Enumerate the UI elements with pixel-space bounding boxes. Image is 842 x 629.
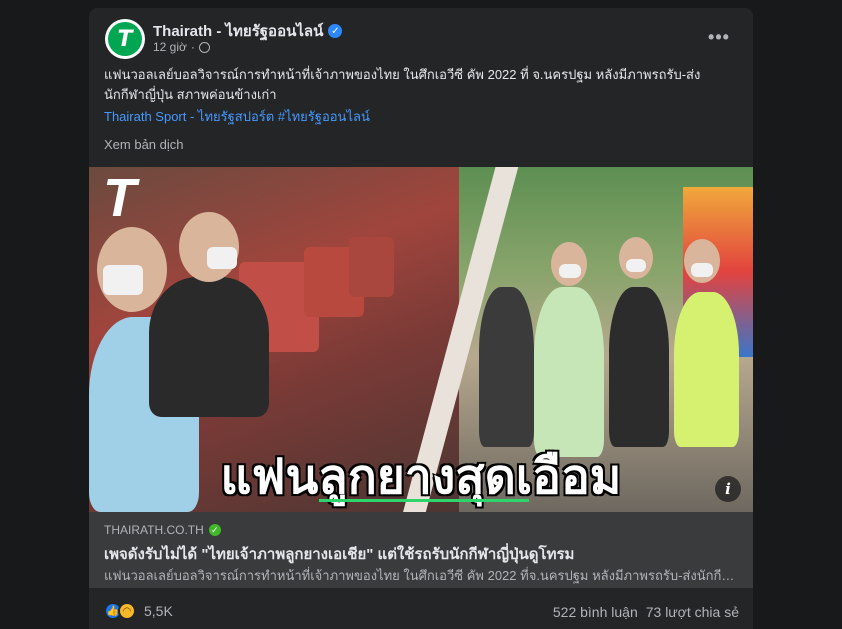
- player-photo: [479, 287, 534, 447]
- face-mask: [626, 259, 646, 272]
- post-text: แฟนวอลเลย์บอลวิจารณ์การทำหน้าที่เจ้าภาพข…: [104, 67, 701, 102]
- engagement-stats: 522 bình luận 73 lượt chia sẻ: [553, 604, 739, 620]
- face-mask: [207, 247, 237, 269]
- haha-reaction-icon: ◠: [118, 602, 136, 620]
- post-tags[interactable]: Thairath Sport - ไทยรัฐสปอร์ต #ไทยรัฐออน…: [104, 106, 370, 127]
- reactions-summary[interactable]: 👍 ◠ 5,5K: [104, 602, 173, 620]
- globe-icon: [198, 41, 210, 53]
- comment-count[interactable]: 522 bình luận: [553, 604, 638, 620]
- check-icon: ✓: [208, 524, 221, 536]
- facebook-post: T Thairath - ไทยรัฐออนไลน์ ✓ 12 giờ · ••…: [89, 8, 753, 629]
- player-photo: [149, 277, 269, 417]
- player-photo: [609, 287, 669, 447]
- meta-separator: ·: [190, 40, 195, 54]
- post-header: T Thairath - ไทยรัฐออนไลน์ ✓ 12 giờ · ••…: [103, 17, 739, 61]
- post-meta: 12 giờ ·: [153, 40, 210, 54]
- page-avatar[interactable]: T: [105, 19, 145, 59]
- verified-badge-icon: ✓: [328, 24, 343, 38]
- more-options-button[interactable]: •••: [705, 23, 733, 51]
- link-domain-row: THAIRATH.CO.TH ✓: [104, 523, 221, 537]
- reaction-count[interactable]: 5,5K: [144, 603, 173, 619]
- share-count[interactable]: 73 lượt chia sẻ: [646, 604, 739, 620]
- post-image[interactable]: T แฟนลูกยางสุดเอือม i: [89, 167, 753, 512]
- player-face: [619, 237, 653, 279]
- post-footer: 👍 ◠ 5,5K 522 bình luận 73 lượt chia sẻ: [104, 596, 739, 626]
- info-icon[interactable]: i: [715, 476, 741, 502]
- headline-underline: [319, 499, 529, 502]
- thairath-watermark-logo: T: [103, 168, 136, 228]
- bus-seat: [349, 237, 394, 297]
- link-description: แฟนวอลเลย์บอลวิจารณ์การทำหน้าที่เจ้าภาพข…: [104, 568, 741, 583]
- link-domain: THAIRATH.CO.TH: [104, 523, 204, 537]
- face-mask: [691, 263, 713, 277]
- player-photo: [674, 292, 739, 447]
- face-mask: [559, 264, 581, 278]
- face-mask: [103, 265, 143, 295]
- link-title[interactable]: เพจดังรับไม่ได้ "ไทยเจ้าภาพลูกยางเอเชีย"…: [104, 542, 741, 566]
- thairath-logo-icon: T: [108, 22, 142, 56]
- see-translation-link[interactable]: Xem bản dịch: [104, 137, 184, 152]
- link-preview[interactable]: THAIRATH.CO.TH ✓ เพจดังรับไม่ได้ "ไทยเจ้…: [89, 512, 753, 588]
- player-photo: [534, 287, 604, 457]
- post-time[interactable]: 12 giờ: [153, 40, 187, 54]
